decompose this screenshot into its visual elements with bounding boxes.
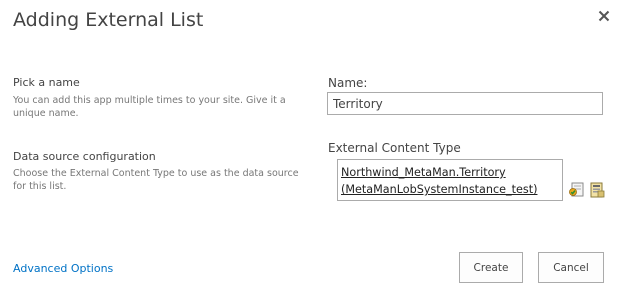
check-names-icon[interactable] — [568, 182, 584, 198]
ect-link-instance[interactable]: (MetaManLobSystemInstance_test) — [341, 181, 559, 198]
create-button[interactable]: Create — [459, 252, 523, 283]
browse-icon[interactable] — [589, 182, 605, 198]
name-section-description: You can add this app multiple times to y… — [13, 95, 286, 119]
close-icon[interactable] — [594, 6, 614, 26]
dialog-title: Adding External List — [13, 9, 204, 31]
name-input[interactable] — [327, 92, 603, 115]
cancel-button[interactable]: Cancel — [538, 252, 604, 283]
name-section-label: Pick a name — [13, 76, 80, 89]
datasource-section-description: Choose the External Content Type to use … — [13, 168, 299, 192]
name-field-label: Name: — [328, 76, 368, 90]
advanced-options-link[interactable]: Advanced Options — [13, 262, 113, 275]
ect-field-label: External Content Type — [328, 141, 461, 155]
ect-link-name[interactable]: Northwind_MetaMan.Territory — [341, 164, 559, 181]
datasource-section-label: Data source configuration — [13, 150, 156, 163]
ect-picker-field[interactable]: Northwind_MetaMan.Territory (MetaManLobS… — [337, 159, 563, 201]
